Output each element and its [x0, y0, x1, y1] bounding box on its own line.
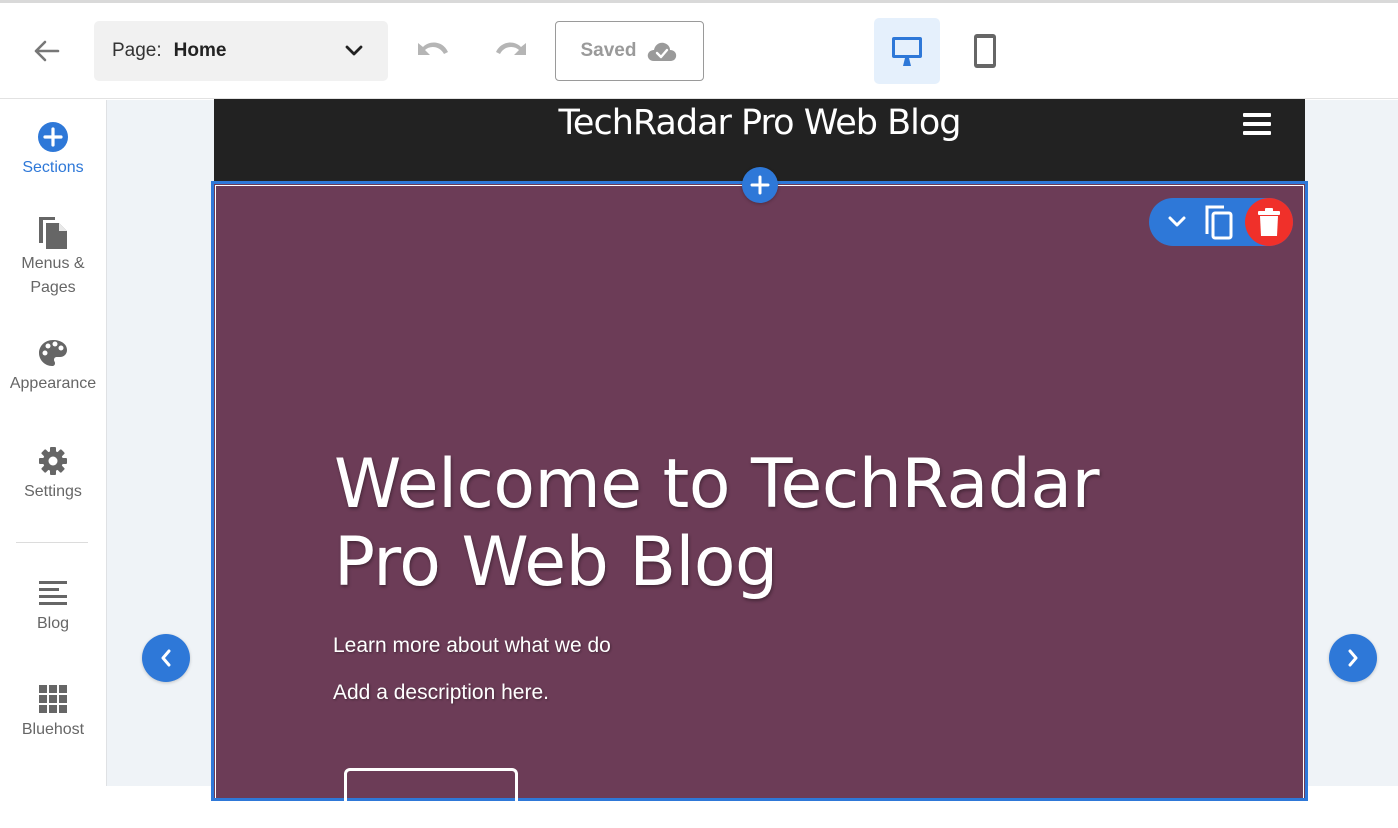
editor-sidebar: Sections Menus & Pages Appearance Setting…: [0, 100, 107, 786]
page-select-value: Home: [173, 40, 227, 61]
chevron-down-icon: [345, 45, 363, 56]
page-select[interactable]: Page: Home: [94, 21, 388, 81]
sidebar-item-label: Settings: [24, 483, 82, 500]
desktop-view-button[interactable]: [874, 18, 940, 84]
redo-icon: [496, 42, 526, 55]
sidebar-item-sections[interactable]: Sections: [0, 120, 106, 180]
hero-cta-button[interactable]: [344, 768, 518, 828]
chevron-down-icon: [1168, 216, 1186, 227]
site-title[interactable]: TechRadar Pro Web Blog: [214, 103, 1305, 143]
plus-circle-icon: [38, 122, 68, 152]
palette-icon: [39, 340, 67, 366]
sidebar-item-label: Appearance: [9, 375, 97, 392]
sidebar-item-label: Menus & Pages: [0, 252, 106, 300]
sidebar-item-label: Bluehost: [21, 721, 85, 738]
editor-toolbar: Page: Home Saved: [0, 3, 1398, 99]
hero-section[interactable]: Welcome to TechRadar Pro Web Blog Learn …: [211, 181, 1308, 828]
sidebar-item-bluehost[interactable]: Bluehost: [0, 682, 106, 742]
previous-section-button[interactable]: [142, 634, 190, 682]
sidebar-divider: [16, 542, 88, 543]
mobile-view-button[interactable]: [954, 18, 1016, 84]
chevron-right-icon: [1348, 649, 1358, 667]
sidebar-item-label: Blog: [36, 615, 70, 632]
text-lines-icon: [39, 581, 67, 605]
page-select-label: Page:: [112, 40, 162, 61]
undo-button[interactable]: [414, 37, 452, 67]
saved-status-button[interactable]: Saved: [555, 21, 704, 81]
label-line-1: Menus &: [21, 255, 85, 272]
redo-button[interactable]: [492, 37, 530, 67]
undo-icon: [418, 42, 448, 55]
section-toolbar: [1149, 198, 1293, 246]
sidebar-item-blog[interactable]: Blog: [0, 576, 106, 636]
gear-icon: [39, 447, 67, 475]
trash-icon: [1258, 208, 1280, 236]
sidebar-item-appearance[interactable]: Appearance: [0, 336, 106, 396]
pages-icon: [39, 217, 67, 249]
duplicate-section-button[interactable]: [1201, 204, 1237, 240]
back-button[interactable]: [28, 35, 64, 67]
next-section-button[interactable]: [1329, 634, 1377, 682]
hero-subtitle[interactable]: Learn more about what we do: [333, 634, 611, 658]
grid-icon: [39, 685, 67, 713]
label-line-2: Pages: [30, 279, 76, 296]
sidebar-item-settings[interactable]: Settings: [0, 444, 106, 504]
desktop-icon: [892, 37, 922, 66]
delete-section-button[interactable]: [1245, 198, 1293, 246]
hero-title[interactable]: Welcome to TechRadar Pro Web Blog: [334, 446, 1214, 602]
cloud-check-icon: [648, 42, 677, 61]
add-section-button[interactable]: [742, 167, 778, 203]
chevron-left-icon: [161, 649, 171, 667]
arrow-left-icon: [34, 40, 60, 62]
copy-icon: [1205, 205, 1233, 240]
collapse-section-button[interactable]: [1159, 204, 1195, 240]
hamburger-icon[interactable]: [1243, 113, 1271, 137]
mobile-icon: [974, 34, 996, 68]
plus-icon: [750, 175, 770, 195]
saved-label: Saved: [580, 40, 637, 61]
hero-description[interactable]: Add a description here.: [333, 681, 549, 705]
sidebar-item-menus-pages[interactable]: Menus & Pages: [0, 216, 106, 300]
sidebar-item-label: Sections: [22, 159, 84, 176]
